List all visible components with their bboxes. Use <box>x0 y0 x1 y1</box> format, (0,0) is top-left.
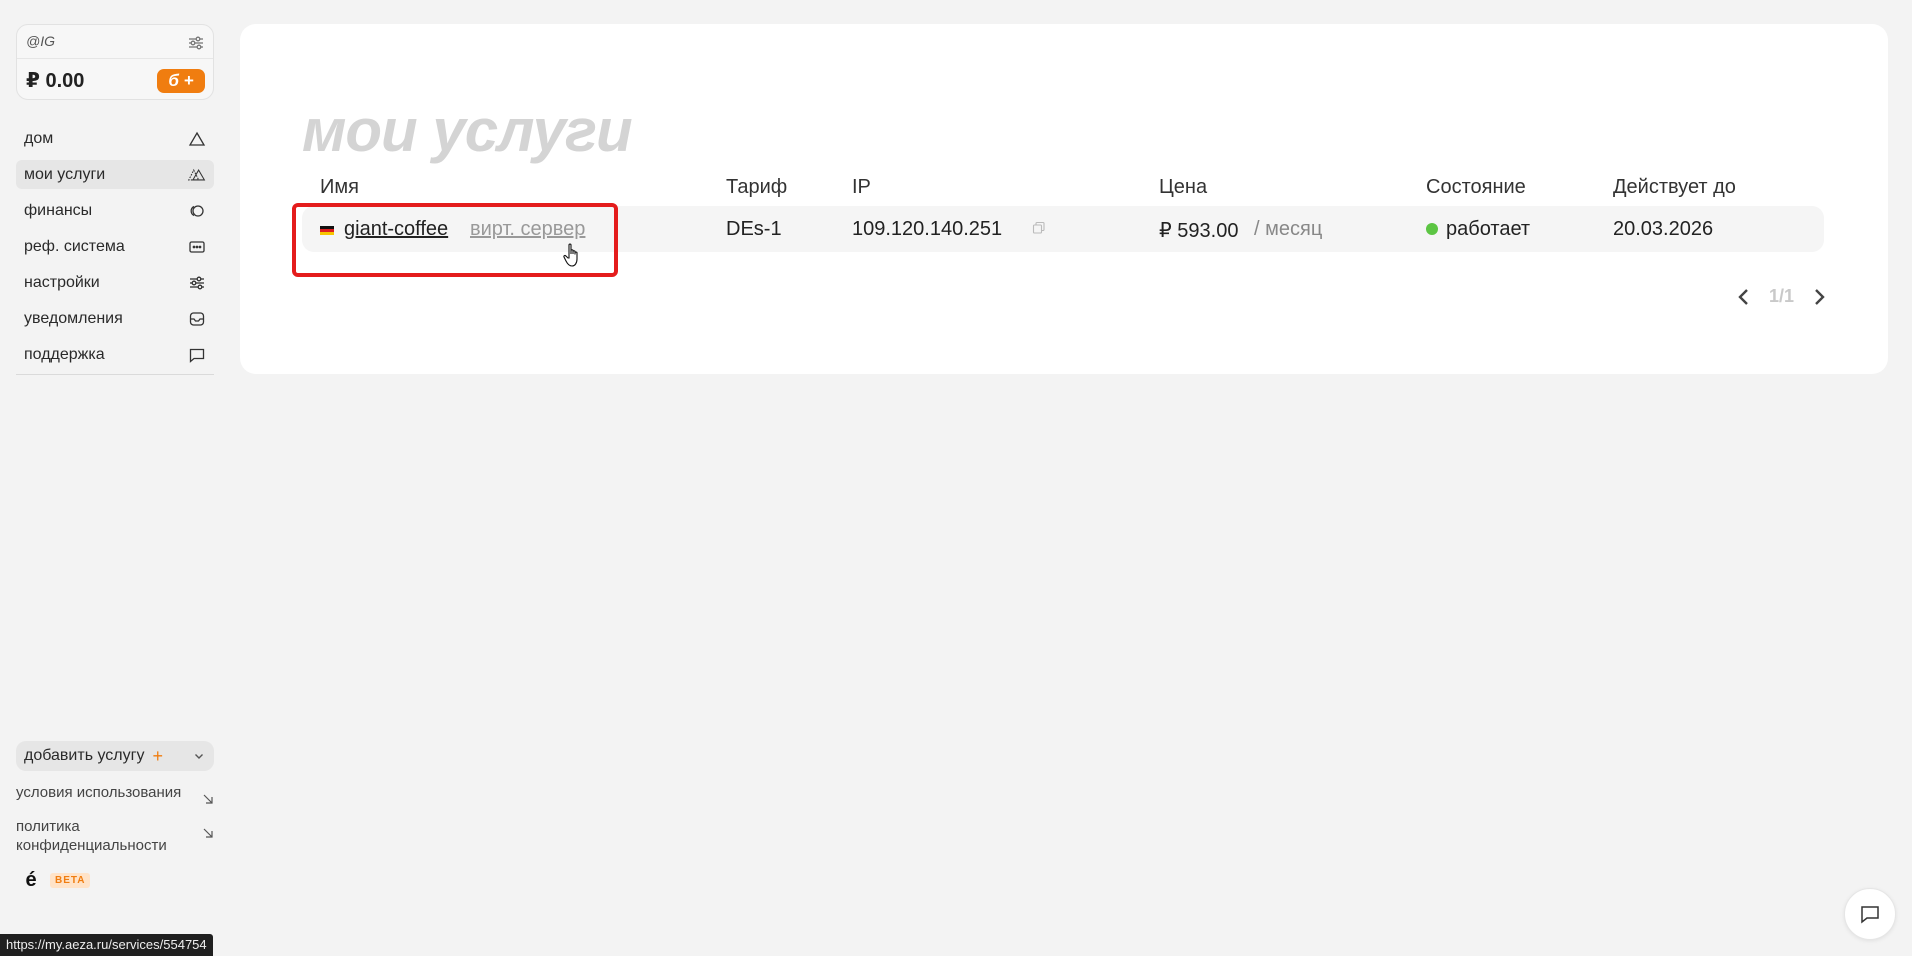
referral-icon <box>189 240 205 253</box>
status-dot-icon <box>1426 223 1438 235</box>
chevron-left-icon[interactable] <box>1737 287 1751 307</box>
sidebar-item-label: реф. система <box>24 237 125 255</box>
chevron-down-icon[interactable] <box>192 749 206 763</box>
browser-status-url: https://my.aeza.ru/services/554754 <box>0 934 213 956</box>
column-header-valid-until: Действует до <box>1613 176 1736 198</box>
sidebar-item-label: уведомления <box>24 309 123 327</box>
service-valid-until: 20.03.2026 <box>1613 218 1714 240</box>
sidebar-item-label: мои услуги <box>24 165 106 183</box>
sidebar-item-referral[interactable]: реф. система <box>16 232 214 261</box>
pagination: 1/1 <box>1737 286 1826 307</box>
services-icon <box>188 168 206 180</box>
column-header-price: Цена <box>1159 176 1208 198</box>
sidebar-item-label: настройки <box>24 273 100 291</box>
service-status: работает <box>1446 218 1531 240</box>
sidebar: @IG ₽ 0.00 б + дом мои услуги финансы ре… <box>16 24 214 956</box>
privacy-label: политика конфиденциальности <box>16 818 167 854</box>
brand-logo[interactable]: é <box>20 869 42 891</box>
sidebar-item-support[interactable]: поддержка <box>16 340 214 369</box>
settings-icon <box>190 276 204 289</box>
sidebar-item-services[interactable]: мои услуги <box>16 160 214 189</box>
hand-cursor-icon <box>563 243 578 267</box>
sidebar-item-label: финансы <box>24 201 93 219</box>
service-name-link[interactable]: giant-coffee <box>344 218 448 241</box>
sidebar-item-label: поддержка <box>24 345 105 363</box>
column-header-ip: IP <box>852 176 871 198</box>
chat-icon <box>189 348 205 363</box>
services-table: Имя Тариф IP Цена Состояние Действует до… <box>302 176 1824 252</box>
table-row[interactable]: giant-coffee вирт. сервер DEs-1 109.120.… <box>302 206 1824 252</box>
arrow-down-right-icon <box>203 794 213 804</box>
privacy-link[interactable]: политика конфиденциальности <box>16 817 214 855</box>
service-ip: 109.120.140.251 <box>852 218 1003 240</box>
chevron-right-icon[interactable] <box>1812 287 1826 307</box>
service-type-link[interactable]: вирт. сервер <box>470 218 585 241</box>
logo-row: é BETA <box>16 869 214 891</box>
terms-label: условия использования <box>16 784 182 801</box>
add-service-button[interactable]: добавить услугу + <box>16 741 214 771</box>
sidebar-item-finance[interactable]: финансы <box>16 196 214 225</box>
sidebar-item-home[interactable]: дом <box>16 124 214 153</box>
sidebar-item-notifications[interactable]: уведомления <box>16 304 214 333</box>
chat-bubble-icon <box>1861 906 1879 924</box>
services-panel: мои услуги Имя Тариф IP Цена Состояние Д… <box>240 24 1888 374</box>
home-triangle-icon <box>188 131 206 146</box>
beta-badge: BETA <box>50 872 91 888</box>
support-chat-button[interactable] <box>1844 888 1896 940</box>
account-card: @IG ₽ 0.00 б + <box>16 24 214 100</box>
sidebar-item-settings[interactable]: настройки <box>16 268 214 297</box>
column-header-name: Имя <box>320 176 359 198</box>
table-header: Имя Тариф IP Цена Состояние Действует до <box>302 176 1824 206</box>
account-balance: ₽ 0.00 <box>26 70 85 92</box>
arrow-down-right-icon <box>203 828 213 838</box>
plus-icon: + <box>152 745 163 766</box>
service-tariff: DEs-1 <box>726 218 782 240</box>
terms-link[interactable]: условия использования <box>16 783 214 805</box>
add-service-label: добавить услугу <box>24 747 145 764</box>
page-counter: 1/1 <box>1768 286 1794 306</box>
page-title: мои услуги <box>302 97 633 164</box>
account-handle: @IG <box>26 33 55 49</box>
column-header-status: Состояние <box>1426 176 1526 198</box>
account-divider <box>17 58 213 59</box>
copy-icon[interactable] <box>1032 221 1046 235</box>
nav-divider <box>16 374 214 375</box>
inbox-icon <box>189 311 205 326</box>
topup-button[interactable]: б + <box>157 69 205 93</box>
sidebar-item-label: дом <box>24 129 54 147</box>
service-price-period: / месяц <box>1254 218 1323 240</box>
sidebar-bottom: добавить услугу + условия использования … <box>16 741 214 956</box>
service-price: ₽ 593.00 <box>1159 220 1239 242</box>
finance-icon <box>190 204 204 217</box>
account-settings-icon[interactable] <box>187 34 205 52</box>
column-header-tariff: Тариф <box>726 176 788 198</box>
sidebar-nav: дом мои услуги финансы реф. система наст… <box>16 124 214 369</box>
germany-flag-icon <box>320 226 334 235</box>
